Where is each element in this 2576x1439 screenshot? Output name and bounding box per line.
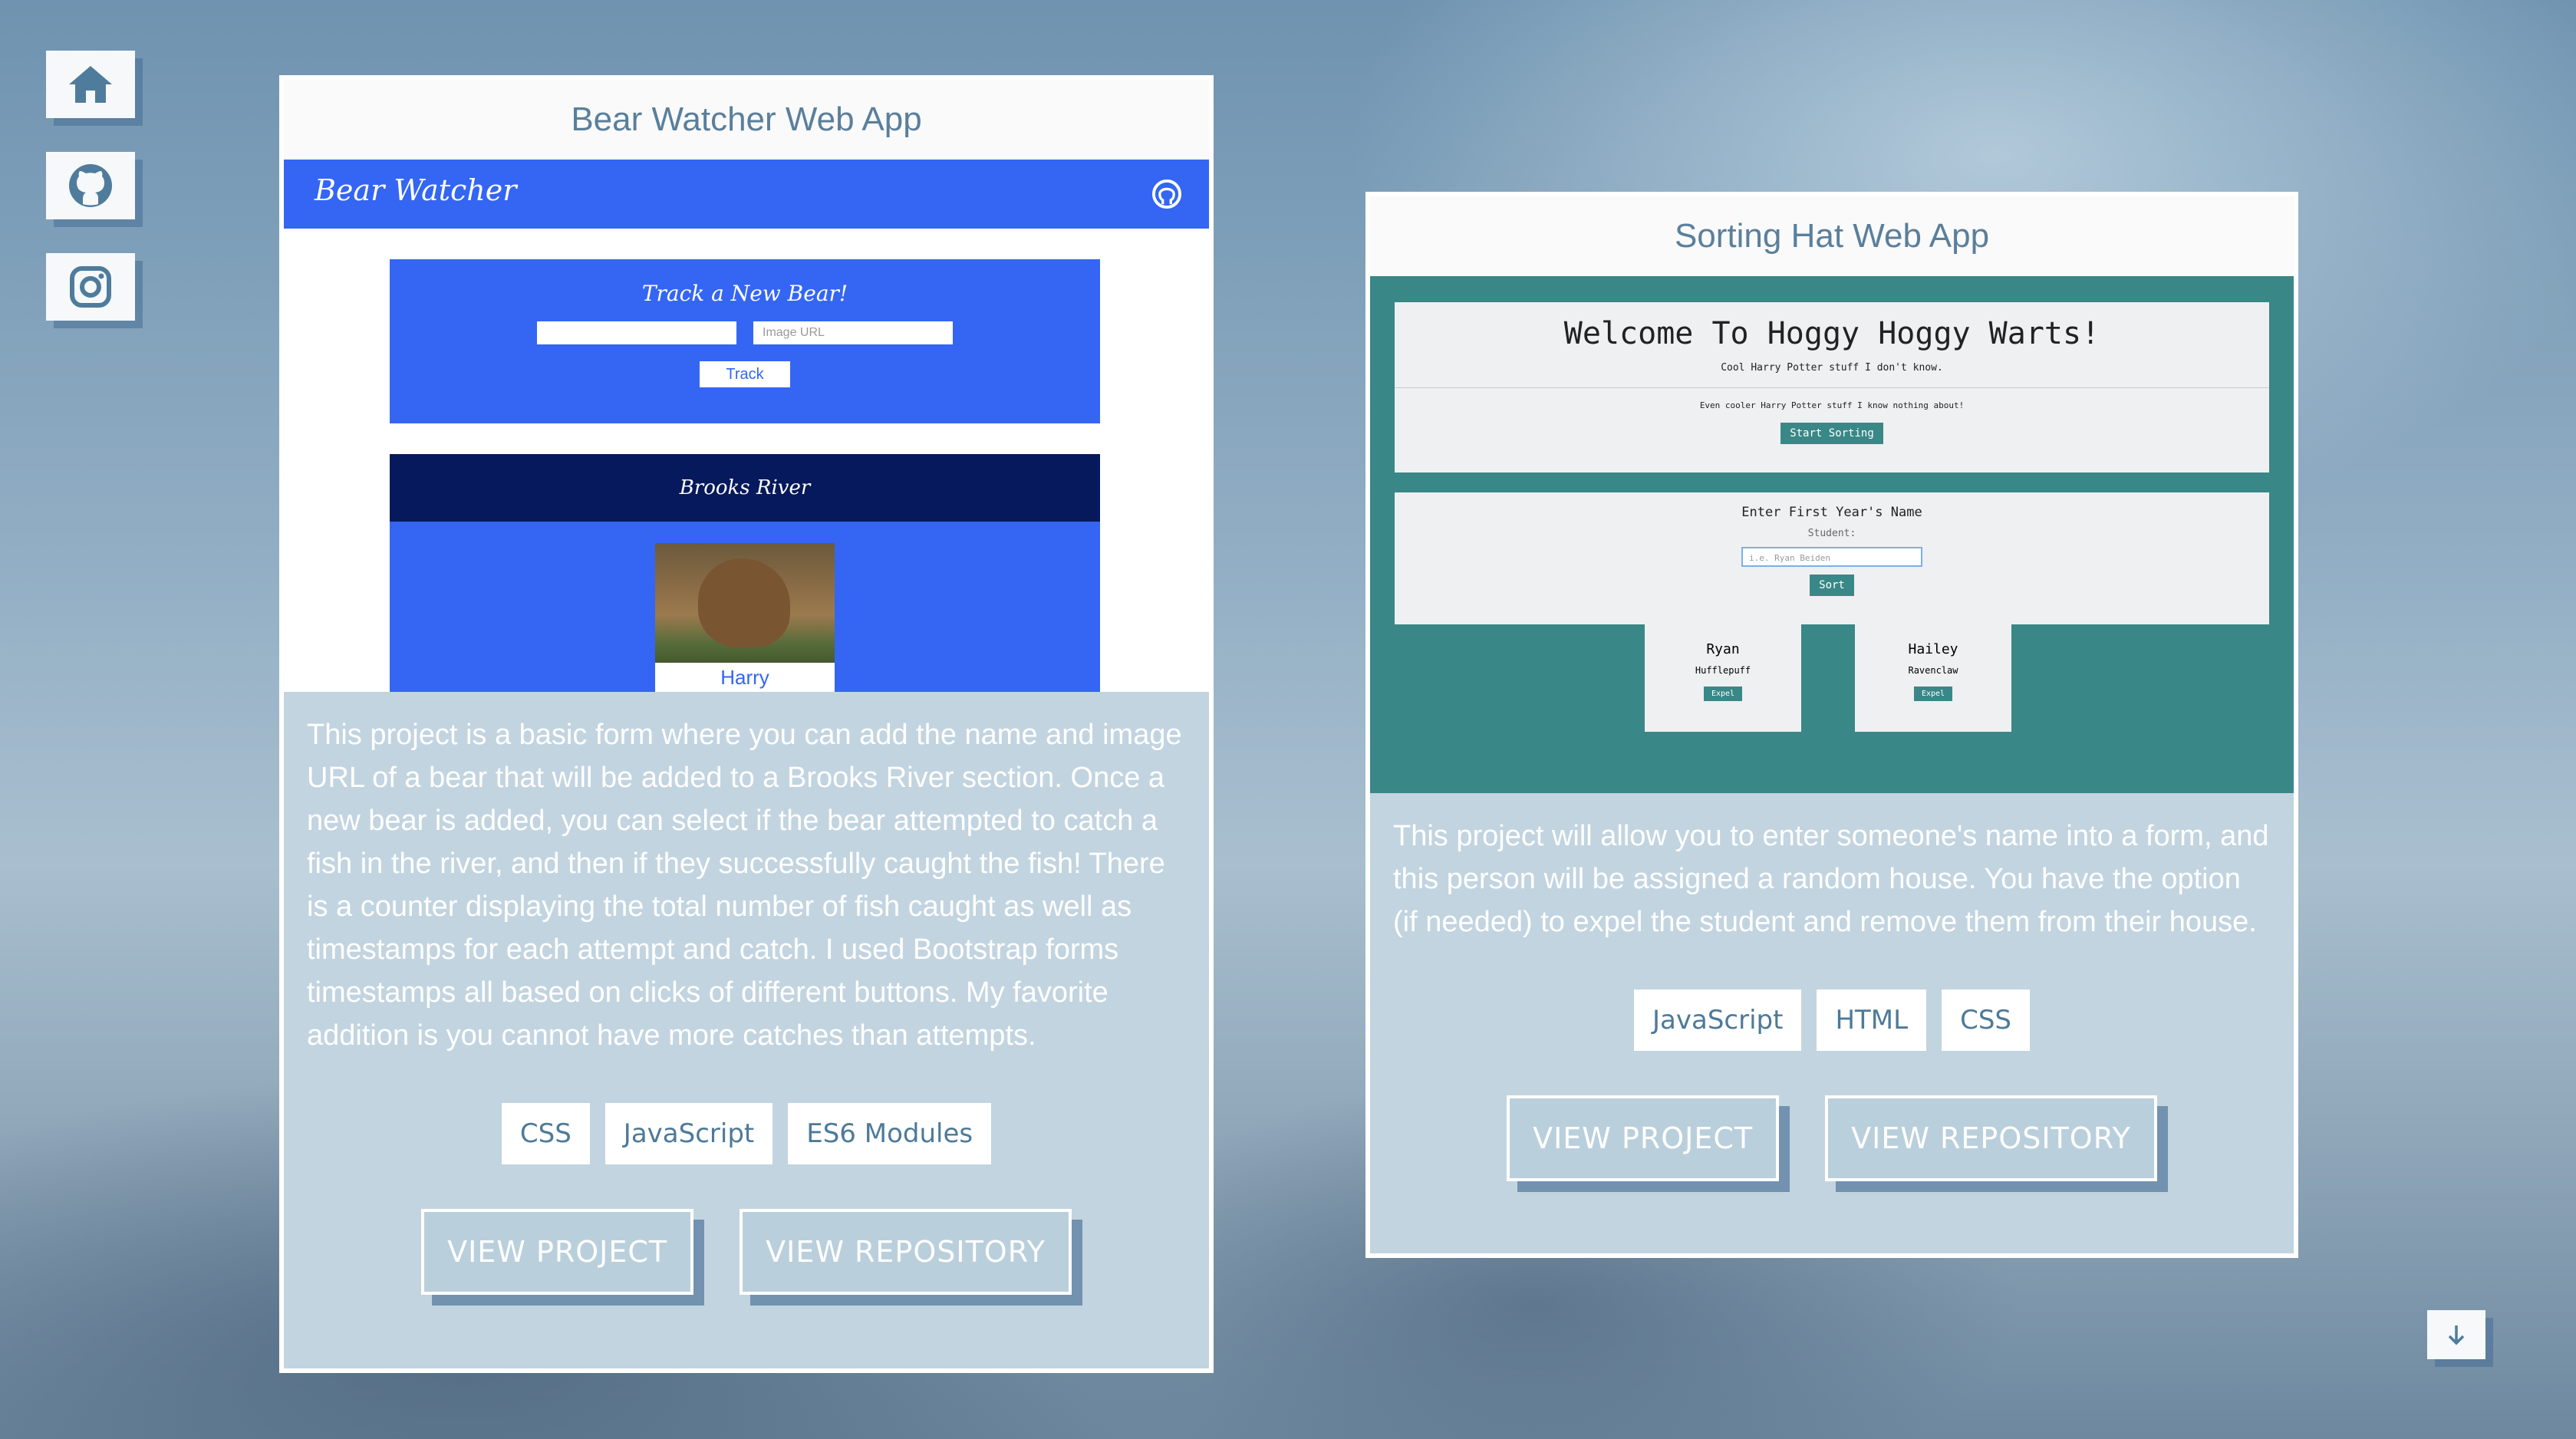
tech-tag: ES6 Modules — [788, 1103, 992, 1164]
tech-tag: HTML — [1817, 990, 1927, 1051]
project-description: This project will allow you to enter som… — [1393, 820, 2269, 938]
home-nav-button[interactable] — [46, 51, 135, 118]
sh-student-house: Hufflepuff — [1695, 665, 1751, 676]
instagram-nav-button[interactable] — [46, 253, 135, 321]
sh-student-name: Ryan — [1706, 641, 1740, 657]
sh-sub2: Even cooler Harry Potter stuff I know no… — [1699, 400, 1965, 410]
sh-welcome-jumbotron: Welcome To Hoggy Hoggy Warts! Cool Harry… — [1395, 302, 2269, 473]
bw-river-title: Brooks River — [390, 454, 1100, 522]
sh-name-input: i.e. Ryan Beiden — [1741, 547, 1922, 567]
sh-student-card: Ryan Hufflepuff Expel — [1645, 624, 1801, 732]
bw-track-button: Track — [700, 361, 790, 387]
project-card-bear-watcher: Bear Watcher Web App Bear Watcher Track … — [279, 75, 1214, 1373]
github-icon — [69, 164, 112, 207]
tech-tag: CSS — [501, 1103, 590, 1164]
github-nav-button[interactable] — [46, 152, 135, 219]
sh-expel-button: Expel — [1703, 687, 1743, 701]
tech-tags: JavaScript HTML CSS — [1393, 990, 2271, 1051]
bw-name-input — [537, 321, 736, 344]
sh-name-form: Enter First Year's Name Student: i.e. Ry… — [1395, 492, 2269, 624]
home-icon — [69, 66, 112, 103]
sh-expel-button: Expel — [1913, 687, 1953, 701]
bw-logo: Bear Watcher — [315, 173, 517, 207]
bw-bear-card: Harry — [655, 543, 835, 692]
bw-navbar: Bear Watcher — [284, 160, 1209, 229]
view-project-button[interactable]: VIEW PROJECT — [421, 1209, 694, 1295]
sh-student-name: Hailey — [1908, 641, 1958, 657]
github-icon — [1151, 179, 1182, 209]
instagram-icon — [70, 266, 111, 308]
project-screenshot: Bear Watcher Track a New Bear! Image URL… — [284, 160, 1209, 692]
project-description: This project is a basic form where you c… — [307, 719, 1182, 1052]
bw-form-title: Track a New Bear! — [641, 281, 848, 306]
sh-student-label: Student: — [1807, 528, 1856, 539]
bw-track-form: Track a New Bear! Image URL Track — [390, 259, 1100, 423]
view-project-button[interactable]: VIEW PROJECT — [1507, 1095, 1780, 1181]
bw-bear-name: Harry — [720, 666, 769, 689]
project-card-sorting-hat: Sorting Hat Web App Welcome To Hoggy Hog… — [1365, 192, 2298, 1258]
project-title: Bear Watcher Web App — [284, 80, 1209, 160]
bw-image-url-input: Image URL — [753, 321, 953, 344]
tech-tag: JavaScript — [1634, 990, 1802, 1051]
bear-photo — [655, 543, 835, 663]
sh-student-house: Ravenclaw — [1908, 665, 1958, 676]
tech-tag: JavaScript — [604, 1103, 773, 1164]
tech-tag: CSS — [1942, 990, 2030, 1051]
project-description-panel: This project will allow you to enter som… — [1370, 793, 2294, 1253]
sh-student-card: Hailey Ravenclaw Expel — [1855, 624, 2011, 732]
view-repository-button[interactable]: VIEW REPOSITORY — [740, 1209, 1072, 1295]
project-description-panel: This project is a basic form where you c… — [284, 692, 1209, 1368]
arrow-down-icon — [2448, 1325, 2465, 1345]
sh-form-title: Enter First Year's Name — [1741, 505, 1922, 520]
scroll-down-button[interactable] — [2427, 1310, 2485, 1359]
bw-river-section: Brooks River Harry — [390, 454, 1100, 692]
sh-start-button: Start Sorting — [1780, 423, 1883, 444]
project-screenshot: Welcome To Hoggy Hoggy Warts! Cool Harry… — [1370, 276, 2294, 793]
sh-sort-button: Sort — [1810, 575, 1854, 596]
tech-tags: CSS JavaScript ES6 Modules — [307, 1103, 1186, 1164]
sh-sub1: Cool Harry Potter stuff I don't know. — [1721, 362, 1943, 374]
view-repository-button[interactable]: VIEW REPOSITORY — [1825, 1095, 2157, 1181]
sh-heading: Welcome To Hoggy Hoggy Warts! — [1563, 316, 2100, 351]
project-title: Sorting Hat Web App — [1370, 196, 2294, 276]
